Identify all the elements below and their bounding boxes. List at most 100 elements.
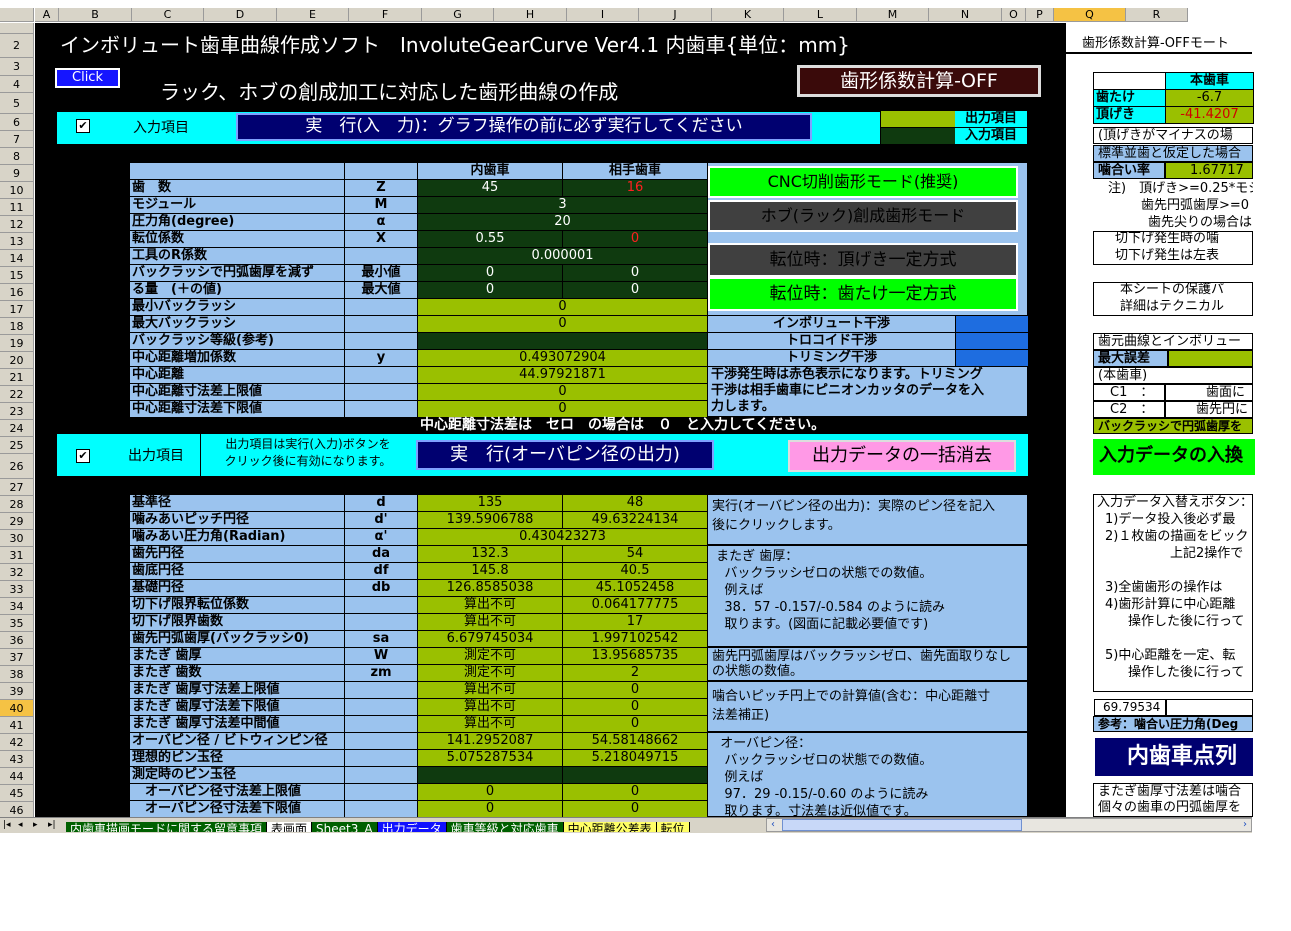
scroll-thumb[interactable] bbox=[782, 819, 1022, 831]
row-header-2[interactable]: 2 bbox=[0, 34, 34, 58]
column-header-m[interactable]: M bbox=[857, 8, 929, 22]
cnc-mode-button[interactable]: CNC切削歯形モード(推奨) bbox=[708, 166, 1018, 198]
scroll-left-arrow[interactable]: ‹ bbox=[766, 818, 780, 832]
click-button[interactable]: Click bbox=[55, 68, 120, 88]
gear-factor-mode-button[interactable]: 歯形係数計算-OFF bbox=[797, 65, 1041, 97]
input-value[interactable] bbox=[417, 332, 708, 350]
row-header-45[interactable]: 45 bbox=[0, 785, 34, 802]
row-header-15[interactable]: 15 bbox=[0, 267, 34, 284]
sheet-tab[interactable]: 転位 bbox=[656, 822, 690, 832]
row-header-9[interactable]: 9 bbox=[0, 165, 34, 182]
row-header-43[interactable]: 43 bbox=[0, 751, 34, 768]
input-value[interactable]: 0.000001 bbox=[417, 247, 708, 265]
column-header-b[interactable]: B bbox=[59, 8, 132, 22]
sheet-tab[interactable]: 中心距離公差表 bbox=[563, 822, 657, 832]
tab-nav-first[interactable]: |◂ bbox=[3, 818, 15, 832]
output-value-internal[interactable] bbox=[417, 766, 563, 784]
row-header-20[interactable]: 20 bbox=[0, 352, 34, 369]
row-header-17[interactable]: 17 bbox=[0, 301, 34, 318]
input-value-mate[interactable]: 0 bbox=[562, 230, 708, 248]
hob-mode-button[interactable]: ホブ(ラック)創成歯形モード bbox=[708, 200, 1018, 232]
corner-cell[interactable] bbox=[0, 8, 34, 22]
row-header-39[interactable]: 39 bbox=[0, 683, 34, 700]
input-value-mate[interactable]: 0 bbox=[562, 281, 708, 299]
run-input-button[interactable]: 実 行(入 力)：グラフ操作の前に必ず実行してください bbox=[236, 113, 812, 141]
row-header-12[interactable]: 12 bbox=[0, 216, 34, 233]
row-header-14[interactable]: 14 bbox=[0, 250, 34, 267]
row-header-8[interactable]: 8 bbox=[0, 148, 34, 165]
row-header-25[interactable]: 25 bbox=[0, 437, 34, 454]
column-header-k[interactable]: K bbox=[712, 8, 784, 22]
column-header-a[interactable]: A bbox=[35, 8, 59, 22]
row-header-44[interactable]: 44 bbox=[0, 768, 34, 785]
row-header-1[interactable] bbox=[0, 23, 34, 34]
replace-input-button[interactable]: 入力データの入換 bbox=[1093, 439, 1255, 475]
input-value-mate[interactable]: 16 bbox=[562, 179, 708, 197]
input-value-internal[interactable]: 45 bbox=[417, 179, 563, 197]
row-header-21[interactable]: 21 bbox=[0, 369, 34, 386]
row-header-23[interactable]: 23 bbox=[0, 403, 34, 420]
output-value-mate[interactable] bbox=[562, 766, 708, 784]
clear-output-button[interactable]: 出力データの一括消去 bbox=[788, 440, 1016, 472]
tip-const-button[interactable]: 転位時：頂げき一定方式 bbox=[708, 243, 1018, 277]
input-value-internal[interactable]: 0 bbox=[417, 264, 563, 282]
column-header-g[interactable]: G bbox=[422, 8, 494, 22]
input-value[interactable]: 0 bbox=[417, 400, 708, 418]
column-header-l[interactable]: L bbox=[784, 8, 857, 22]
row-header-11[interactable]: 11 bbox=[0, 199, 34, 216]
row-header-22[interactable]: 22 bbox=[0, 386, 34, 403]
tab-nav-prev[interactable]: ◂ bbox=[18, 818, 30, 832]
input-value-internal[interactable]: 0 bbox=[417, 281, 563, 299]
row-header-24[interactable]: 24 bbox=[0, 420, 34, 437]
output-checkbox[interactable]: ✔ bbox=[76, 449, 90, 463]
row-header-34[interactable]: 34 bbox=[0, 598, 34, 615]
sheet-tab[interactable]: 内歯車描画モードに関する留意事項 bbox=[66, 822, 268, 832]
depth-const-button[interactable]: 転位時：歯たけ一定方式 bbox=[708, 277, 1018, 311]
row-header-33[interactable]: 33 bbox=[0, 581, 34, 598]
sheet-tab[interactable]: Sheet3_A bbox=[312, 822, 378, 832]
row-header-3[interactable]: 3 bbox=[0, 58, 34, 76]
column-header-f[interactable]: F bbox=[349, 8, 422, 22]
row-header-29[interactable]: 29 bbox=[0, 513, 34, 530]
column-header-e[interactable]: E bbox=[277, 8, 349, 22]
column-header-r[interactable]: R bbox=[1126, 8, 1188, 22]
column-header-j[interactable]: J bbox=[639, 8, 712, 22]
row-header-31[interactable]: 31 bbox=[0, 547, 34, 564]
sheet-tab[interactable]: 出力データ bbox=[377, 822, 447, 832]
row-header-30[interactable]: 30 bbox=[0, 530, 34, 547]
row-header-18[interactable]: 18 bbox=[0, 318, 34, 335]
sheet-tab[interactable]: 表画面 bbox=[267, 822, 313, 832]
column-header-o[interactable]: O bbox=[1002, 8, 1026, 22]
row-header-5[interactable]: 5 bbox=[0, 93, 34, 114]
column-header-c[interactable]: C bbox=[132, 8, 204, 22]
tab-nav-last[interactable]: ▸| bbox=[48, 818, 62, 832]
column-header-i[interactable]: I bbox=[567, 8, 639, 22]
input-value[interactable]: 0 bbox=[417, 298, 708, 316]
column-header-p[interactable]: P bbox=[1026, 8, 1054, 22]
scroll-right-arrow[interactable]: › bbox=[1238, 818, 1252, 832]
input-value-internal[interactable]: 0.55 bbox=[417, 230, 563, 248]
column-header-q[interactable]: Q bbox=[1054, 8, 1126, 22]
row-header-27[interactable]: 27 bbox=[0, 479, 34, 496]
input-value[interactable]: 0.493072904 bbox=[417, 349, 708, 367]
internal-points-button[interactable]: 内歯車点列 bbox=[1093, 736, 1255, 778]
row-header-32[interactable]: 32 bbox=[0, 564, 34, 581]
tab-nav-next[interactable]: ▸ bbox=[33, 818, 45, 832]
input-value[interactable]: 0 bbox=[417, 383, 708, 401]
row-header-13[interactable]: 13 bbox=[0, 233, 34, 250]
row-header-35[interactable]: 35 bbox=[0, 615, 34, 632]
input-value[interactable]: 44.97921871 bbox=[417, 366, 708, 384]
row-header-40[interactable]: 40 bbox=[0, 700, 34, 717]
active-cell[interactable]: 69.79534 bbox=[1094, 699, 1166, 716]
row-header-38[interactable]: 38 bbox=[0, 666, 34, 683]
input-checkbox[interactable]: ✔ bbox=[76, 119, 90, 133]
run-overpin-button[interactable]: 実 行(オーバピン径の出力) bbox=[416, 440, 714, 470]
row-header-19[interactable]: 19 bbox=[0, 335, 34, 352]
input-value-mate[interactable]: 0 bbox=[562, 264, 708, 282]
input-value[interactable]: 20 bbox=[417, 213, 708, 231]
row-header-28[interactable]: 28 bbox=[0, 496, 34, 513]
row-header-4[interactable]: 4 bbox=[0, 76, 34, 93]
row-header-42[interactable]: 42 bbox=[0, 734, 34, 751]
column-header-n[interactable]: N bbox=[929, 8, 1002, 22]
row-header-10[interactable]: 10 bbox=[0, 182, 34, 199]
